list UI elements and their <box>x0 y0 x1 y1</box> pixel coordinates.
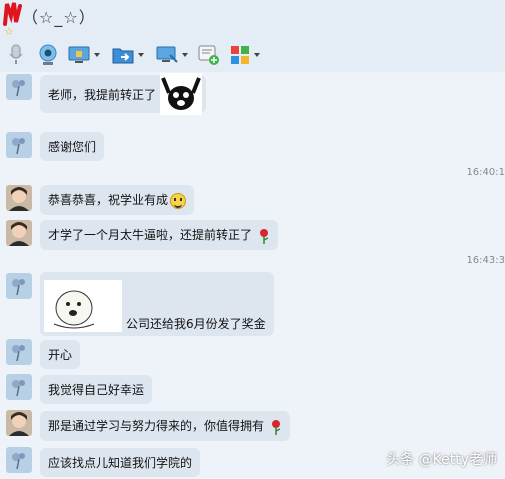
avatar[interactable] <box>6 273 32 299</box>
message-text: 才学了一个月太牛逼啦，还提前转正了 <box>48 228 253 242</box>
star-badge-icon: ☆ <box>4 25 14 38</box>
teacher-avatar-icon <box>6 185 32 211</box>
chevron-down-icon[interactable] <box>254 53 260 57</box>
rose-emoji-icon <box>271 419 281 435</box>
screen-share-button[interactable] <box>68 44 100 66</box>
chevron-down-icon[interactable] <box>94 53 100 57</box>
rose-emoji-icon <box>259 228 269 244</box>
message-bubble[interactable]: 老师，我提前转正了 <box>40 73 207 115</box>
message-text: 应该找点儿知道我们学院的 <box>48 456 193 470</box>
create-group-icon <box>198 45 219 65</box>
webcam-icon <box>39 44 57 65</box>
avatar[interactable] <box>6 447 32 473</box>
voice-call-button[interactable] <box>8 44 24 66</box>
teacher-avatar-icon <box>6 220 32 246</box>
send-file-button[interactable] <box>112 44 144 66</box>
avatar[interactable] <box>6 132 32 158</box>
message-text: 恭喜恭喜，祝学业有成 <box>48 193 169 207</box>
remote-desktop-button[interactable] <box>156 44 188 66</box>
chat-window-header: （☆_☆） ☆ <box>0 0 505 38</box>
screen-share-icon <box>68 46 90 63</box>
flower-avatar-icon <box>6 132 32 158</box>
avatar[interactable] <box>6 374 32 400</box>
smiley-emoji-icon <box>170 192 187 209</box>
chat-toolbar <box>0 38 505 73</box>
bun-face-sticker-icon <box>44 280 122 332</box>
contact-name[interactable]: （☆_☆） <box>22 4 96 28</box>
message-text: 公司还给我6月份发了奖金 <box>126 317 266 331</box>
message-timestamp: 16:43:3 <box>466 255 505 266</box>
flower-avatar-icon <box>6 447 32 473</box>
folder-transfer-icon <box>112 48 134 64</box>
flower-avatar-icon <box>6 74 32 100</box>
message-timestamp: 16:40:1 <box>466 167 505 178</box>
teacher-avatar-icon <box>6 410 32 436</box>
message-bubble[interactable]: 才学了一个月太牛逼啦，还提前转正了 <box>40 220 278 250</box>
flower-avatar-icon <box>6 339 32 365</box>
chevron-down-icon[interactable] <box>182 53 188 57</box>
avatar[interactable] <box>6 185 32 211</box>
message-bubble[interactable]: 应该找点儿知道我们学院的 <box>40 448 201 477</box>
apps-icon <box>231 46 249 64</box>
message-text: 开心 <box>48 348 73 362</box>
message-text: 那是通过学习与努力得来的，你值得拥有 <box>48 419 265 433</box>
chat-message-area[interactable]: 老师，我提前转正了 感谢您们 16:40:1 恭喜恭喜，祝学业有成 才学了一个月… <box>0 72 505 479</box>
cheering-face-sticker-icon <box>160 73 203 115</box>
message-text: 老师，我提前转正了 <box>48 87 157 102</box>
remote-desktop-icon <box>156 46 178 63</box>
message-bubble[interactable]: 恭喜恭喜，祝学业有成 <box>40 185 195 215</box>
create-discussion-button[interactable] <box>198 44 220 66</box>
message-bubble[interactable]: 感谢您们 <box>40 132 105 161</box>
avatar[interactable] <box>6 410 32 436</box>
message-text: 我觉得自己好幸运 <box>48 383 145 397</box>
avatar[interactable] <box>6 220 32 246</box>
message-bubble[interactable]: 我觉得自己好幸运 <box>40 375 153 404</box>
microphone-icon <box>9 44 23 64</box>
message-text: 感谢您们 <box>48 140 97 154</box>
video-call-button[interactable] <box>38 44 58 66</box>
contact-name-redacted <box>3 2 22 26</box>
flower-avatar-icon <box>6 273 32 299</box>
flower-avatar-icon <box>6 374 32 400</box>
avatar[interactable] <box>6 339 32 365</box>
message-bubble[interactable]: 那是通过学习与努力得来的，你值得拥有 <box>40 411 290 441</box>
message-bubble[interactable]: 开心 <box>40 340 81 369</box>
avatar[interactable] <box>6 74 32 100</box>
apps-button[interactable] <box>230 44 260 66</box>
chevron-down-icon[interactable] <box>138 53 144 57</box>
watermark: 头条 @Ketty老师 <box>386 452 497 468</box>
message-bubble[interactable]: 公司还给我6月份发了奖金 <box>40 272 274 336</box>
